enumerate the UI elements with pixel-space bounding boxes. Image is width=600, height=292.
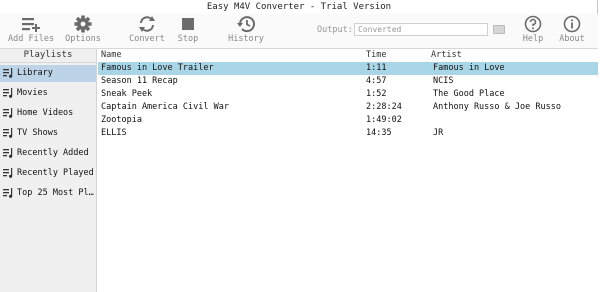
cell-time: 2:28:24: [366, 102, 402, 112]
table-row[interactable]: Season 11 Recap 4:57 NCIS: [98, 75, 598, 88]
sidebar-item-recently-played[interactable]: Recently Played: [0, 165, 96, 182]
stop-icon: [182, 18, 194, 30]
cell-name: Zootopia: [101, 115, 142, 125]
sidebar-item-movies[interactable]: Movies: [0, 85, 96, 102]
sidebar-item-label: Home Videos: [17, 108, 74, 118]
playlist-icon: [3, 147, 14, 158]
output-path-field[interactable]: Converted: [354, 23, 488, 36]
about-button[interactable]: About: [549, 14, 595, 48]
add-files-button[interactable]: Add Files: [8, 14, 54, 48]
options-label: Options: [65, 34, 101, 44]
cell-name: Season 11 Recap: [101, 76, 178, 86]
sidebar-item-recently-added[interactable]: Recently Added: [0, 145, 96, 162]
sidebar-item-label: Library: [17, 68, 53, 78]
table-row[interactable]: Zootopia 1:49:02: [98, 114, 598, 127]
cell-artist: Famous in Love: [433, 63, 505, 73]
table-row[interactable]: Captain America Civil War 2:28:24 Anthon…: [98, 101, 598, 114]
cell-name: ELLIS: [101, 128, 127, 138]
cell-time: 1:11: [366, 63, 387, 73]
table-row[interactable]: Sneak Peek 1:52 The Good Place: [98, 88, 598, 101]
cell-artist: Anthony Russo & Joe Russo: [433, 102, 561, 112]
playlist-icon: [3, 87, 14, 98]
sidebar-item-top-25-most-played[interactable]: Top 25 Most Pl…: [0, 185, 96, 202]
browse-folder-button[interactable]: [493, 25, 505, 34]
output-label: Output:: [317, 25, 353, 35]
sidebar-item-label: TV Shows: [17, 128, 58, 138]
sidebar-item-label: Top 25 Most Pl…: [17, 188, 94, 198]
convert-label: Convert: [129, 34, 165, 44]
sidebar-item-library[interactable]: Library: [0, 65, 96, 82]
cell-time: 4:57: [366, 76, 387, 86]
gear-icon: [74, 15, 92, 33]
cell-name: Famous in Love Trailer: [101, 63, 214, 73]
sidebar-item-home-videos[interactable]: Home Videos: [0, 105, 96, 122]
window-title: Easy M4V Converter - Trial Version: [206, 2, 392, 12]
cell-artist: NCIS: [433, 76, 454, 86]
playlist-icon: [3, 127, 14, 138]
cell-time: 1:52: [366, 89, 387, 99]
help-icon: [524, 15, 542, 33]
cell-time: 14:35: [366, 128, 392, 138]
cell-name: Sneak Peek: [101, 89, 153, 99]
playlist-icon: [3, 107, 14, 118]
cell-time: 1:49:02: [366, 115, 402, 125]
app-window: Easy M4V Converter - Trial Version Add F…: [0, 0, 598, 292]
cell-artist: JR: [433, 128, 444, 138]
sidebar-item-label: Movies: [17, 88, 48, 98]
cell-artist: The Good Place: [433, 89, 505, 99]
column-header-name[interactable]: Name: [101, 49, 121, 61]
stop-button[interactable]: Stop: [165, 14, 211, 48]
playlist-icon: [3, 187, 14, 198]
options-button[interactable]: Options: [60, 14, 106, 48]
column-header-time[interactable]: Time: [366, 49, 386, 61]
convert-button[interactable]: Convert: [124, 14, 170, 48]
column-header-artist[interactable]: Artist: [431, 49, 462, 61]
table-row[interactable]: ELLIS 14:35 JR: [98, 127, 598, 140]
playlist-icon: [3, 167, 14, 178]
sidebar-item-tv-shows[interactable]: TV Shows: [0, 125, 96, 142]
media-table: Name Time Artist Famous in Love Trailer …: [98, 49, 598, 292]
about-label: About: [559, 34, 585, 44]
info-icon: [563, 15, 581, 33]
convert-icon: [139, 16, 155, 32]
playlists-sidebar: Playlists Library Movies Home Videos TV …: [0, 49, 97, 292]
cell-name: Captain America Civil War: [101, 102, 229, 112]
history-label: History: [228, 34, 264, 44]
playlist-icon: [3, 67, 14, 78]
table-row[interactable]: Famous in Love Trailer 1:11 Famous in Lo…: [98, 62, 598, 75]
playlists-header: Playlists: [0, 49, 96, 63]
sidebar-item-label: Recently Played: [17, 168, 94, 178]
history-button[interactable]: History: [223, 14, 269, 48]
add-files-icon: [22, 18, 40, 32]
add-files-label: Add Files: [8, 34, 55, 44]
history-icon: [237, 16, 255, 33]
stop-label: Stop: [177, 34, 199, 44]
sidebar-item-label: Recently Added: [17, 148, 89, 158]
toolbar: Add Files Options Convert Stop History O…: [0, 14, 598, 49]
